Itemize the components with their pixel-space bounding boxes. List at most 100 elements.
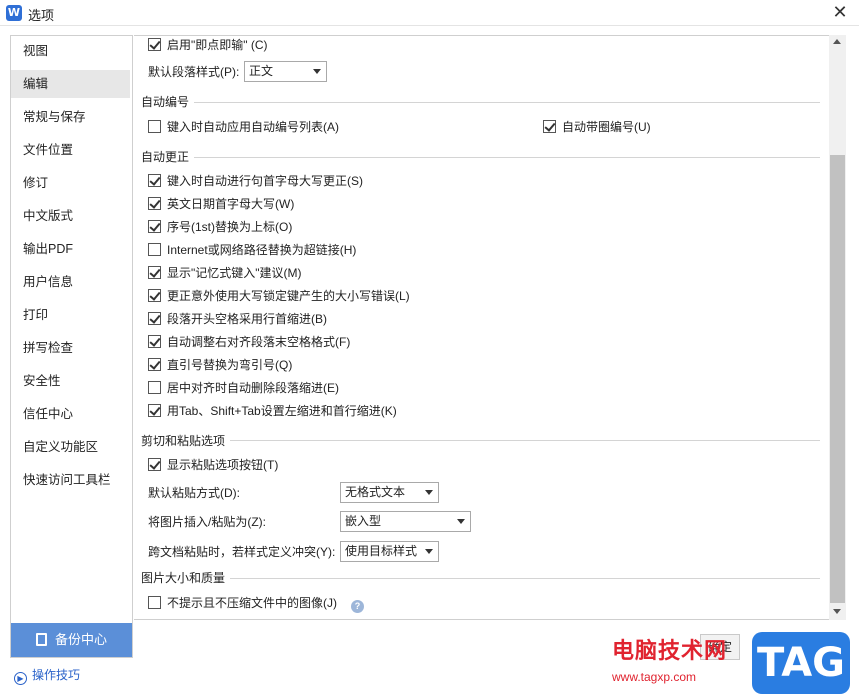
- auto-correct-row-4[interactable]: 显示"记忆式键入"建议(M): [148, 264, 302, 282]
- image-insert-label: 将图片插入/粘贴为(Z):: [148, 515, 266, 529]
- sidebar-item-file-location[interactable]: 文件位置: [11, 136, 130, 164]
- section-divider: [194, 102, 820, 103]
- backup-icon: [35, 633, 47, 646]
- auto-correct-checkbox-0[interactable]: [148, 174, 161, 187]
- sidebar-item-export-pdf[interactable]: 输出PDF: [11, 235, 130, 263]
- scroll-up-arrow-icon[interactable]: [833, 39, 841, 44]
- close-button[interactable]: ✕: [829, 2, 851, 24]
- no-compress-checkbox[interactable]: [148, 596, 161, 609]
- play-circle-icon: ▶: [14, 672, 27, 685]
- sidebar-item-spell-check[interactable]: 拼写检查: [11, 334, 130, 362]
- window-title: 选项: [28, 8, 55, 23]
- auto-correct-label-9: 居中对齐时自动删除段落缩进(E): [167, 381, 339, 395]
- auto-correct-row-8[interactable]: 直引号替换为弯引号(Q): [148, 356, 292, 374]
- show-paste-button-row[interactable]: 显示粘贴选项按钮(T): [148, 456, 278, 474]
- auto-correct-row-7[interactable]: 自动调整右对齐段落末空格格式(F): [148, 333, 350, 351]
- content-scrollbar[interactable]: [829, 35, 846, 620]
- auto-correct-row-9[interactable]: 居中对齐时自动删除段落缩进(E): [148, 379, 339, 397]
- default-paste-value: 无格式文本: [345, 485, 406, 499]
- chevron-down-icon: [425, 490, 433, 495]
- section-title-auto-correct: 自动更正: [141, 150, 190, 164]
- auto-correct-label-3: Internet或网络路径替换为超链接(H): [167, 243, 357, 257]
- auto-correct-checkbox-4[interactable]: [148, 266, 161, 279]
- auto-correct-row-2[interactable]: 序号(1st)替换为上标(O): [148, 218, 292, 236]
- options-content: 启用"即点即输" (C) 默认段落样式(P): 正文 自动编号 键入时自动应用自…: [134, 35, 846, 620]
- auto-correct-checkbox-8[interactable]: [148, 358, 161, 371]
- auto-correct-label-6: 段落开头空格采用行首缩进(B): [167, 312, 327, 326]
- help-icon[interactable]: ?: [351, 600, 364, 613]
- wps-app-icon: W: [6, 5, 22, 21]
- instant-input-label: 启用"即点即输" (C): [167, 38, 268, 52]
- cross-doc-value: 使用目标样式: [345, 544, 418, 558]
- auto-correct-row-5[interactable]: 更正意外使用大写锁定键产生的大小写错误(L): [148, 287, 410, 305]
- auto-correct-label-1: 英文日期首字母大写(W): [167, 197, 295, 211]
- operation-tips-link[interactable]: ▶ 操作技巧: [14, 666, 80, 685]
- auto-correct-checkbox-1[interactable]: [148, 197, 161, 210]
- auto-correct-label-7: 自动调整右对齐段落末空格格式(F): [167, 335, 351, 349]
- auto-correct-row-0[interactable]: 键入时自动进行句首字母大写更正(S): [148, 172, 363, 190]
- image-insert-select[interactable]: 嵌入型: [340, 511, 471, 532]
- auto-correct-checkbox-7[interactable]: [148, 335, 161, 348]
- instant-input-checkbox-row[interactable]: 启用"即点即输" (C): [148, 36, 268, 54]
- sidebar-item-quick-access-toolbar[interactable]: 快速访问工具栏: [11, 466, 130, 494]
- default-paste-select[interactable]: 无格式文本: [340, 482, 439, 503]
- no-compress-row[interactable]: 不提示且不压缩文件中的图像(J)?: [148, 594, 364, 613]
- circle-number-checkbox[interactable]: [543, 120, 556, 133]
- sidebar-item-trust-center[interactable]: 信任中心: [11, 400, 130, 428]
- section-title-paste: 剪切和粘贴选项: [141, 434, 226, 448]
- default-style-select[interactable]: 正文: [244, 61, 327, 82]
- show-paste-button-checkbox[interactable]: [148, 458, 161, 471]
- auto-correct-label-4: 显示"记忆式键入"建议(M): [167, 266, 302, 280]
- circle-number-checkbox-row[interactable]: 自动带圈编号(U): [543, 118, 651, 136]
- instant-input-checkbox[interactable]: [148, 38, 161, 51]
- auto-correct-checkbox-9[interactable]: [148, 381, 161, 394]
- operation-tips-label: 操作技巧: [32, 668, 81, 682]
- title-bar: W 选项 ✕: [0, 0, 859, 26]
- sidebar-item-edit[interactable]: 编辑: [11, 70, 130, 98]
- section-divider: [230, 440, 820, 441]
- cross-doc-label: 跨文档粘贴时，若样式定义冲突(Y):: [148, 545, 336, 559]
- sidebar-item-security[interactable]: 安全性: [11, 367, 130, 395]
- watermark-tag-logo: TAG: [752, 632, 850, 694]
- sidebar-item-chinese-layout[interactable]: 中文版式: [11, 202, 130, 230]
- auto-correct-checkbox-3[interactable]: [148, 243, 161, 256]
- auto-correct-label-5: 更正意外使用大写锁定键产生的大小写错误(L): [167, 289, 410, 303]
- scroll-thumb[interactable]: [830, 155, 845, 603]
- auto-correct-label-2: 序号(1st)替换为上标(O): [167, 220, 293, 234]
- auto-correct-row-1[interactable]: 英文日期首字母大写(W): [148, 195, 294, 213]
- chevron-down-icon: [313, 69, 321, 74]
- sidebar-item-customize-ribbon[interactable]: 自定义功能区: [11, 433, 130, 461]
- scroll-down-arrow-icon[interactable]: [833, 609, 841, 614]
- section-divider: [194, 157, 820, 158]
- auto-correct-row-10[interactable]: 用Tab、Shift+Tab设置左缩进和首行缩进(K): [148, 402, 397, 420]
- no-compress-label: 不提示且不压缩文件中的图像(J): [167, 596, 337, 610]
- sidebar-item-revision[interactable]: 修订: [11, 169, 130, 197]
- auto-correct-label-10: 用Tab、Shift+Tab设置左缩进和首行缩进(K): [167, 404, 397, 418]
- backup-center-label: 备份中心: [54, 632, 107, 647]
- backup-center-button[interactable]: 备份中心: [11, 623, 132, 657]
- auto-list-checkbox[interactable]: [148, 120, 161, 133]
- section-title-auto-number: 自动编号: [141, 95, 190, 109]
- sidebar: 视图 编辑 常规与保存 文件位置 修订 中文版式 输出PDF 用户信息 打印 拼…: [10, 35, 133, 658]
- chevron-down-icon: [457, 519, 465, 524]
- sidebar-item-user-info[interactable]: 用户信息: [11, 268, 130, 296]
- auto-correct-checkbox-5[interactable]: [148, 289, 161, 302]
- sidebar-item-general-save[interactable]: 常规与保存: [11, 103, 130, 131]
- chevron-down-icon: [425, 549, 433, 554]
- auto-correct-row-3[interactable]: Internet或网络路径替换为超链接(H): [148, 241, 356, 259]
- show-paste-button-label: 显示粘贴选项按钮(T): [167, 458, 279, 472]
- auto-list-checkbox-row[interactable]: 键入时自动应用自动编号列表(A): [148, 118, 339, 136]
- watermark-url: www.tagxp.com: [612, 670, 697, 684]
- auto-correct-checkbox-2[interactable]: [148, 220, 161, 233]
- image-insert-value: 嵌入型: [345, 514, 382, 528]
- sidebar-item-print[interactable]: 打印: [11, 301, 130, 329]
- cross-doc-select[interactable]: 使用目标样式: [340, 541, 439, 562]
- auto-correct-checkbox-6[interactable]: [148, 312, 161, 325]
- default-style-value: 正文: [249, 64, 274, 78]
- auto-list-label: 键入时自动应用自动编号列表(A): [167, 120, 339, 134]
- auto-correct-label-0: 键入时自动进行句首字母大写更正(S): [167, 174, 363, 188]
- auto-correct-row-6[interactable]: 段落开头空格采用行首缩进(B): [148, 310, 327, 328]
- auto-correct-checkbox-10[interactable]: [148, 404, 161, 417]
- sidebar-item-view[interactable]: 视图: [11, 37, 130, 65]
- default-paste-label: 默认粘贴方式(D):: [148, 486, 240, 500]
